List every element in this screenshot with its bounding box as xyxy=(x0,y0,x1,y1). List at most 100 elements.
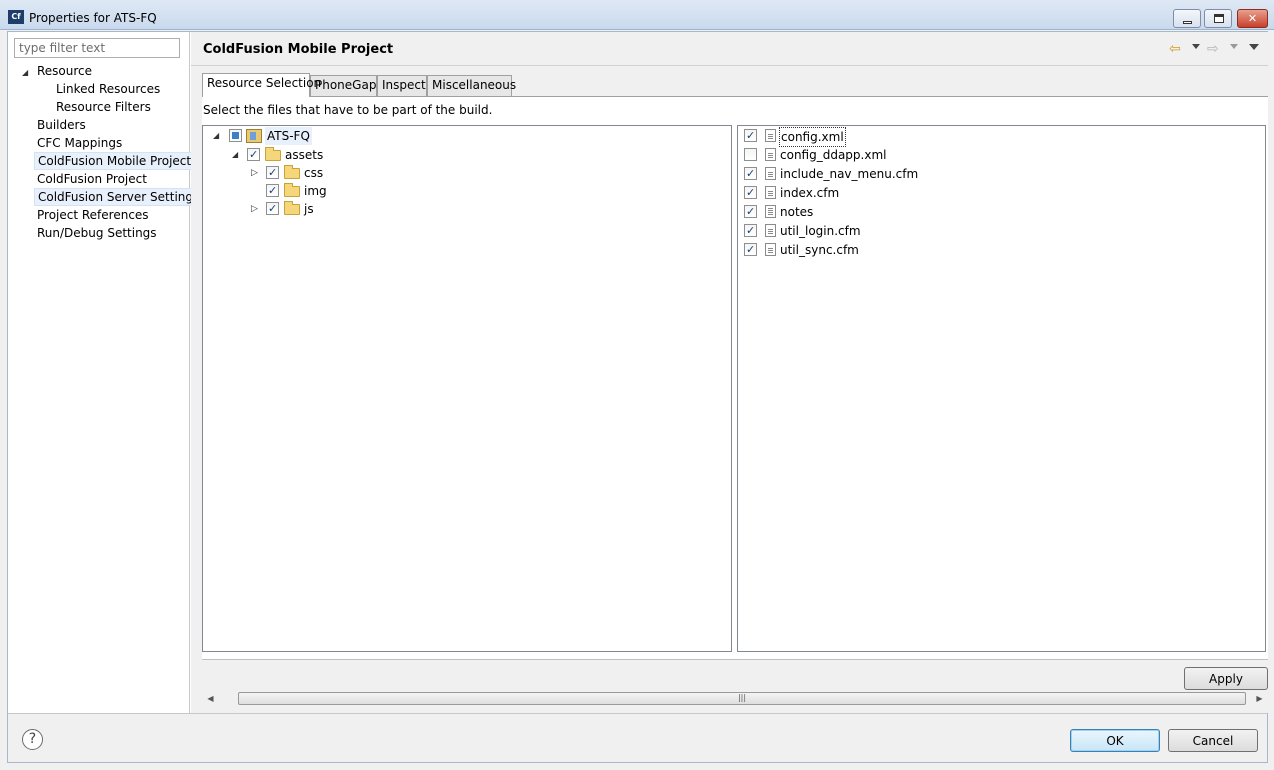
nav-item-resource[interactable]: Resource xyxy=(34,62,95,80)
resource-selection-panel: Select the files that have to be part of… xyxy=(202,96,1268,659)
apply-button[interactable]: Apply xyxy=(1184,667,1268,690)
property-page: ColdFusion Mobile Project ⇦ ⇨ Resource S… xyxy=(191,32,1268,713)
tree-item-label: img xyxy=(304,184,327,198)
window-title: Properties for ATS-FQ xyxy=(29,11,157,25)
tree-item-ats-fq[interactable]: ◢ ATS-FQ xyxy=(213,127,333,145)
file-checkbox[interactable] xyxy=(744,203,757,221)
folder-icon xyxy=(284,165,300,179)
tab-resource-selection[interactable]: Resource Selection xyxy=(202,73,321,97)
folder-tree[interactable]: ◢ ATS-FQ ◢ assets ▷ css xyxy=(202,125,732,652)
file-name: util_sync.cfm xyxy=(780,243,859,257)
tree-item-label: assets xyxy=(285,148,324,162)
divider xyxy=(202,659,1268,660)
js-checkbox[interactable] xyxy=(266,200,279,218)
tab-miscellaneous[interactable]: Miscellaneous xyxy=(427,75,516,96)
file-name: include_nav_menu.cfm xyxy=(780,167,919,181)
tree-item-label: ATS-FQ xyxy=(265,127,312,145)
img-checkbox[interactable] xyxy=(266,182,279,200)
forward-arrow-icon[interactable]: ⇨ xyxy=(1207,41,1219,57)
cfm-file-icon xyxy=(765,167,776,180)
file-checkbox[interactable] xyxy=(744,241,757,259)
cancel-button[interactable]: Cancel xyxy=(1168,729,1258,752)
back-arrow-icon[interactable]: ⇦ xyxy=(1169,41,1181,57)
tree-item-label: css xyxy=(304,166,324,180)
file-checkbox[interactable] xyxy=(744,184,757,202)
xml-file-icon xyxy=(765,129,776,142)
file-item-config-ddapp-xml[interactable]: config_ddapp.xml xyxy=(744,146,944,164)
scroll-thumb[interactable]: ||| xyxy=(238,692,1246,705)
left-navigation-pane: ◢ Resource Linked Resources Resource Fil… xyxy=(8,32,204,713)
file-item-util-sync[interactable]: util_sync.cfm xyxy=(744,241,944,259)
nav-item-coldfusion-project[interactable]: ColdFusion Project xyxy=(34,170,150,188)
folder-icon xyxy=(265,147,281,161)
nav-item-builders[interactable]: Builders xyxy=(34,116,89,134)
css-checkbox[interactable] xyxy=(266,164,279,182)
filter-input[interactable] xyxy=(14,38,180,58)
maximize-icon xyxy=(1214,14,1224,23)
nav-item-coldfusion-server-settings[interactable]: ColdFusion Server Settings xyxy=(34,188,204,206)
scroll-left-icon[interactable]: ◀ xyxy=(202,691,219,706)
forward-history-dropdown-icon[interactable] xyxy=(1230,44,1238,49)
cfm-file-icon xyxy=(765,186,776,199)
nav-item-linked-resources[interactable]: Linked Resources xyxy=(53,80,163,98)
nav-item-cfc-mappings[interactable]: CFC Mappings xyxy=(34,134,125,152)
tree-item-img[interactable]: img xyxy=(251,182,371,200)
file-name: config.xml xyxy=(779,127,846,147)
file-name: notes xyxy=(780,205,814,219)
tab-inspect[interactable]: Inspect xyxy=(377,75,427,96)
file-item-include-nav-menu[interactable]: include_nav_menu.cfm xyxy=(744,165,944,183)
close-window-button[interactable]: ✕ xyxy=(1237,9,1268,28)
tree-item-js[interactable]: ▷ js xyxy=(251,200,371,218)
ats-fq-checkbox[interactable] xyxy=(229,129,242,142)
title-bar: Cf Properties for ATS-FQ ✕ xyxy=(0,0,1274,30)
expanded-triangle-icon[interactable]: ◢ xyxy=(22,68,28,77)
file-checkbox[interactable] xyxy=(744,165,757,183)
file-item-notes[interactable]: notes xyxy=(744,203,944,221)
nav-item-resource-filters[interactable]: Resource Filters xyxy=(53,98,154,116)
file-list[interactable]: config.xml config_ddapp.xml include_nav_… xyxy=(737,125,1266,652)
help-icon[interactable]: ? xyxy=(22,729,43,750)
back-history-dropdown-icon[interactable] xyxy=(1192,44,1200,49)
file-name: config_ddapp.xml xyxy=(780,148,887,162)
dialog-client-area: ◢ Resource Linked Resources Resource Fil… xyxy=(7,31,1268,763)
tree-item-css[interactable]: ▷ css xyxy=(251,164,371,182)
page-header: ColdFusion Mobile Project ⇦ ⇨ xyxy=(191,32,1268,66)
page-title: ColdFusion Mobile Project xyxy=(203,42,394,57)
scroll-right-icon[interactable]: ▶ xyxy=(1251,691,1268,706)
view-menu-icon[interactable] xyxy=(1249,44,1259,50)
nav-item-project-references[interactable]: Project References xyxy=(34,206,152,224)
coldfusion-app-icon: Cf xyxy=(8,10,24,24)
expanded-triangle-icon[interactable]: ◢ xyxy=(213,127,219,145)
ok-button[interactable]: OK xyxy=(1070,729,1160,752)
tree-item-label: js xyxy=(304,202,314,216)
instruction-text: Select the files that have to be part of… xyxy=(203,103,493,117)
tree-item-assets[interactable]: ◢ assets xyxy=(232,146,352,164)
text-file-icon xyxy=(765,205,776,218)
folder-icon xyxy=(284,183,300,197)
file-checkbox[interactable] xyxy=(744,148,757,161)
file-name: index.cfm xyxy=(780,186,840,200)
file-name: util_login.cfm xyxy=(780,224,861,238)
nav-item-run-debug-settings[interactable]: Run/Debug Settings xyxy=(34,224,160,242)
file-item-config-xml[interactable]: config.xml xyxy=(744,127,944,147)
close-icon: ✕ xyxy=(1247,12,1258,25)
folder-icon xyxy=(284,201,300,215)
minimize-button[interactable] xyxy=(1173,9,1201,28)
collapsed-triangle-icon[interactable]: ▷ xyxy=(251,200,258,218)
xml-file-icon xyxy=(765,148,776,161)
file-checkbox[interactable] xyxy=(744,222,757,240)
dialog-button-bar: ? OK Cancel xyxy=(8,713,1267,762)
maximize-button[interactable] xyxy=(1204,9,1232,28)
minimize-icon xyxy=(1183,21,1192,24)
nav-item-coldfusion-mobile-project[interactable]: ColdFusion Mobile Project xyxy=(34,152,196,170)
assets-checkbox[interactable] xyxy=(247,146,260,164)
file-checkbox[interactable] xyxy=(744,127,757,145)
horizontal-scrollbar[interactable]: ◀ ||| ▶ xyxy=(202,690,1268,707)
cfm-file-icon xyxy=(765,224,776,237)
collapsed-triangle-icon[interactable]: ▷ xyxy=(251,164,258,182)
cfm-file-icon xyxy=(765,243,776,256)
project-icon xyxy=(246,129,262,143)
file-item-index-cfm[interactable]: index.cfm xyxy=(744,184,944,202)
file-item-util-login[interactable]: util_login.cfm xyxy=(744,222,944,240)
expanded-triangle-icon[interactable]: ◢ xyxy=(232,146,238,164)
